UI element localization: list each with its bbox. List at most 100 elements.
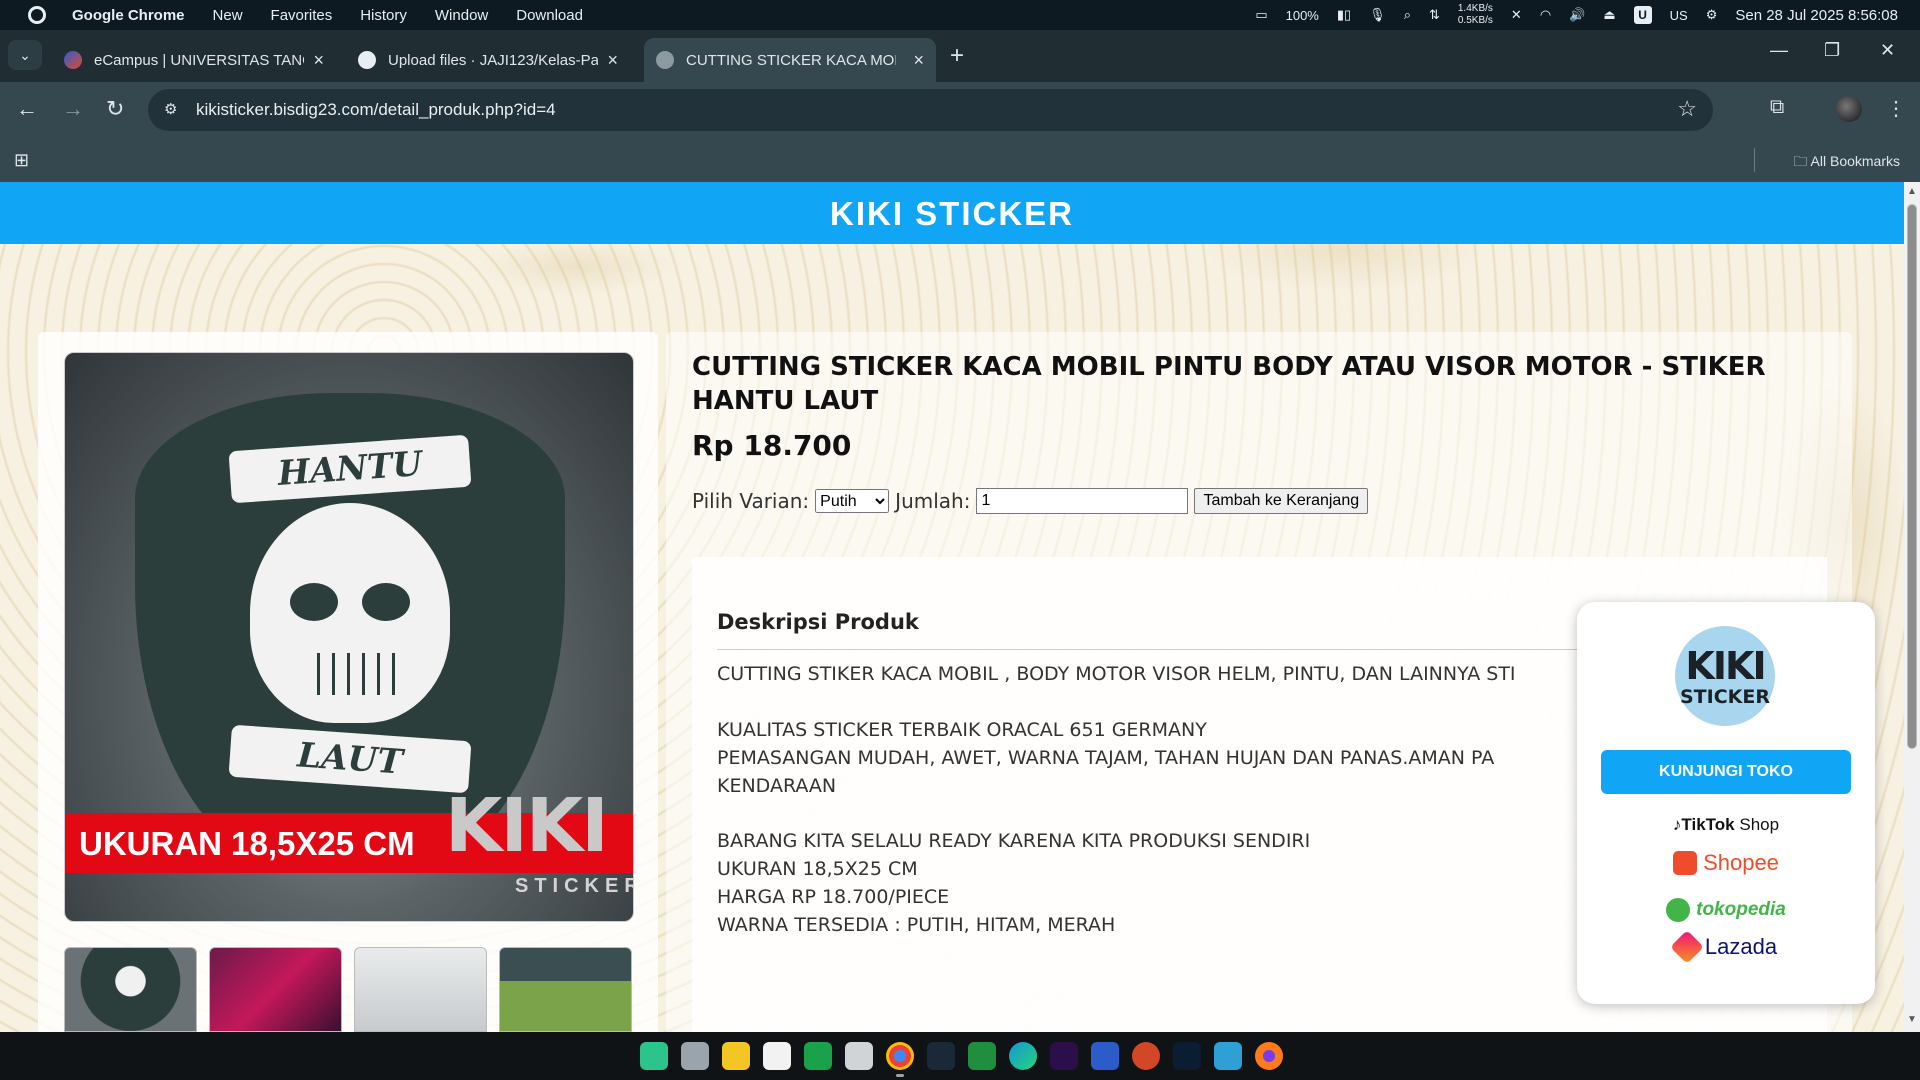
task-view-icon[interactable] (681, 1042, 709, 1070)
shopee-link[interactable]: Shopee (1577, 850, 1875, 876)
variant-select[interactable]: Putih (815, 489, 890, 513)
tab-search-chevron-icon[interactable]: ⌄ (8, 40, 42, 70)
new-tab-plus-icon[interactable]: + (950, 42, 964, 70)
control-center-icon[interactable]: ⚙ (1706, 7, 1718, 23)
address-bar[interactable]: ⚙ kikisticker.bisdig23.com/detail_produk… (148, 89, 1713, 131)
wifi-icon[interactable]: ◠ (1540, 7, 1551, 23)
net-down: 0.5KB/s (1457, 15, 1493, 26)
restore-window-icon[interactable]: ❐ (1824, 40, 1840, 61)
folder-icon: 🗀 (1793, 153, 1811, 169)
notepad-icon[interactable] (1214, 1042, 1242, 1070)
os-logo-icon[interactable] (28, 6, 46, 24)
scroll-up-arrow-icon[interactable]: ▲ (1907, 186, 1917, 197)
chrome-menu-kebab-icon[interactable]: ⋮ (1886, 96, 1906, 121)
quantity-input[interactable] (976, 488, 1189, 514)
close-window-icon[interactable]: ✕ (1880, 40, 1895, 61)
store-app-icon[interactable] (763, 1042, 791, 1070)
skull-eye-right (362, 583, 410, 621)
excel-icon[interactable] (968, 1042, 996, 1070)
launcher-icon[interactable] (640, 1042, 668, 1070)
chrome-running-indicator (896, 1074, 904, 1077)
scroll-down-arrow-icon[interactable]: ▼ (1907, 1014, 1917, 1025)
forward-arrow-icon[interactable]: → (62, 96, 84, 122)
tiktok-suffix: Shop (1739, 815, 1780, 834)
ecampus-favicon-icon (64, 51, 82, 69)
close-tab-icon[interactable]: × (913, 50, 924, 71)
site-header[interactable]: KIKI STICKER (0, 182, 1904, 244)
pen-app-icon[interactable] (845, 1042, 873, 1070)
tokopedia-owl-icon (1666, 898, 1691, 922)
minimize-window-icon[interactable]: — (1770, 40, 1788, 61)
battery-icon[interactable]: ▮▯ (1337, 7, 1351, 23)
menubar-item-history[interactable]: History (360, 7, 407, 24)
spreadsheet-app-icon[interactable] (804, 1042, 832, 1070)
menubar-item-favorites[interactable]: Favorites (271, 7, 333, 24)
menubar-item-window[interactable]: Window (435, 7, 488, 24)
extensions-puzzle-icon[interactable]: ⧉ (1770, 96, 1784, 119)
bluetooth-off-icon[interactable]: ✕ (1511, 7, 1522, 23)
add-to-cart-button[interactable]: Tambah ke Keranjang (1194, 488, 1369, 514)
store-logo: KIKI STICKER (1675, 626, 1775, 726)
tab-github-upload[interactable]: Upload files · JAJI123/Kelas-Pak × (346, 38, 630, 82)
close-tab-icon[interactable]: × (313, 50, 324, 71)
shopee-label: Shopee (1703, 850, 1779, 875)
globe-favicon-icon (656, 51, 674, 69)
all-bookmarks-button[interactable]: 🗀 All Bookmarks (1793, 151, 1900, 175)
input-method-icon[interactable]: U (1633, 6, 1652, 24)
file-explorer-icon[interactable] (722, 1042, 750, 1070)
microphone-icon[interactable]: 🎙 (1369, 7, 1386, 23)
display-icon[interactable]: ▭ (1255, 7, 1267, 23)
tokopedia-link[interactable]: tokopedia (1577, 898, 1875, 922)
photoshop-icon[interactable] (1173, 1042, 1201, 1070)
steam-icon[interactable] (927, 1042, 955, 1070)
product-main-image[interactable]: HANTU LAUT UKURAN 18,5X25 CM KIKI STICKE… (64, 352, 634, 922)
powerpoint-icon[interactable] (1132, 1042, 1160, 1070)
page-scrollbar[interactable]: ▲ ▼ (1904, 182, 1920, 1032)
clock[interactable]: Sen 28 Jul 2025 8:56:08 (1735, 7, 1898, 24)
premiere-icon[interactable] (1050, 1042, 1078, 1070)
edge-icon[interactable] (1009, 1042, 1037, 1070)
menubar-item-download[interactable]: Download (516, 7, 583, 24)
tokopedia-label: tokopedia (1696, 899, 1786, 920)
tiktok-shop-link[interactable]: ♪ TikTok Shop (1577, 815, 1875, 835)
tab-title: eCampus | UNIVERSITAS TANGERANG (94, 51, 304, 69)
site-info-icon[interactable]: ⚙ (164, 100, 184, 120)
product-title: CUTTING STICKER KACA MOBIL PINTU BODY AT… (692, 352, 1766, 416)
lazada-link[interactable]: Lazada (1577, 930, 1875, 964)
reload-icon[interactable]: ↻ (106, 96, 124, 122)
menubar-item-new[interactable]: New (213, 7, 243, 24)
tab-cutting-sticker[interactable]: CUTTING STICKER KACA MOBIL × (644, 38, 936, 82)
word-icon[interactable] (1091, 1042, 1119, 1070)
product-thumbnail-3[interactable] (354, 947, 487, 1032)
visit-store-button[interactable]: KUNJUNGI TOKO (1601, 750, 1851, 794)
skull-eye-left (290, 583, 338, 621)
product-thumbnail-1[interactable] (64, 947, 197, 1032)
description-line: CUTTING STIKER KACA MOBIL , BODY MOTOR V… (717, 663, 1516, 685)
image-brand-sub: STICKER (515, 875, 634, 897)
product-thumbnail-2[interactable] (209, 947, 342, 1032)
profile-avatar[interactable] (1836, 96, 1862, 122)
apps-grid-icon[interactable]: ⊞ (14, 150, 29, 171)
description-line: BARANG KITA SELALU READY KARENA KITA PRO… (717, 830, 1311, 852)
network-speed: 1.4KB/s 0.5KB/s (1458, 3, 1493, 27)
menubar-app-name[interactable]: Google Chrome (72, 7, 185, 24)
back-arrow-icon[interactable]: ← (16, 96, 38, 122)
product-thumbnail-4[interactable] (499, 947, 632, 1032)
keyboard-language[interactable]: US (1670, 8, 1688, 23)
bookmark-star-icon[interactable]: ☆ (1677, 96, 1697, 122)
image-size-text: UKURAN 18,5X25 CM (79, 825, 415, 862)
volume-icon[interactable]: 🔊 (1569, 7, 1585, 23)
store-logo-line2: STICKER (1680, 686, 1770, 708)
shopee-bag-icon (1673, 851, 1698, 875)
scrollbar-thumb[interactable] (1907, 204, 1917, 749)
close-tab-icon[interactable]: × (607, 50, 618, 71)
search-icon[interactable]: ⌕ (1404, 7, 1411, 23)
lazada-label: Lazada (1704, 934, 1778, 959)
tiktok-icon: ♪ (1672, 815, 1682, 834)
url-text[interactable]: kikisticker.bisdig23.com/detail_produk.p… (196, 100, 556, 120)
tab-ecampus[interactable]: eCampus | UNIVERSITAS TANGERANG × (52, 38, 336, 82)
chrome-taskbar-icon[interactable] (886, 1042, 914, 1070)
description-line: PEMASANGAN MUDAH, AWET, WARNA TAJAM, TAH… (717, 747, 1495, 769)
firefox-icon[interactable] (1255, 1042, 1283, 1070)
eject-icon[interactable]: ⏏ (1603, 7, 1615, 23)
